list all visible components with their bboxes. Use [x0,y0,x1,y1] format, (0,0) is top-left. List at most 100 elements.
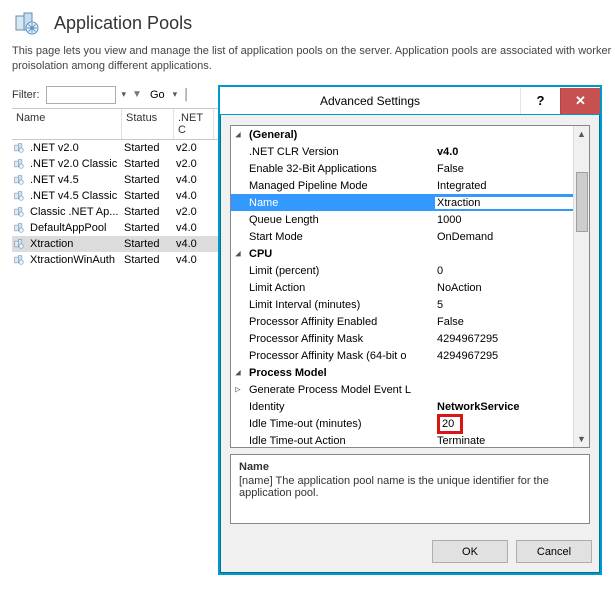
app-pool-icon [12,141,26,155]
property-row[interactable]: Start ModeOnDemand [231,228,573,245]
collapse-icon[interactable]: ◢ [231,249,245,259]
cancel-button[interactable]: Cancel [516,540,592,563]
property-label: Managed Pipeline Mode [245,180,435,192]
property-category[interactable]: ◢CPU [231,245,573,262]
property-label: Limit (percent) [245,265,435,277]
expander-icon[interactable]: ▷ [231,385,245,395]
property-description-title: Name [239,461,581,473]
property-row[interactable]: Enable 32-Bit ApplicationsFalse [231,160,573,177]
list-header[interactable]: Name Status .NET C [12,108,232,140]
filter-label: Filter: [12,89,40,101]
go-button[interactable]: Go [148,89,167,101]
property-label: Processor Affinity Enabled [245,316,435,328]
property-row[interactable]: Processor Affinity EnabledFalse [231,313,573,330]
property-value[interactable]: False [435,316,573,328]
property-value[interactable]: NoAction [435,282,573,294]
property-value[interactable]: Terminate [435,435,573,447]
app-pool-list[interactable]: Name Status .NET C .NET v2.0Startedv2.0.… [12,108,232,268]
property-label: .NET CLR Version [245,146,435,158]
list-item[interactable]: .NET v2.0Startedv2.0 [12,140,232,156]
property-row[interactable]: NameXtraction [231,194,573,211]
property-label: Generate Process Model Event L [245,384,435,396]
list-item[interactable]: Classic .NET Ap...Startedv2.0 [12,204,232,220]
highlight-box: 20 [437,414,463,434]
property-label: Idle Time-out (minutes) [245,418,435,430]
property-value[interactable]: OnDemand [435,231,573,243]
property-value[interactable]: 4294967295 [435,333,573,345]
scroll-thumb[interactable] [576,172,588,232]
pool-name: .NET v2.0 [28,141,122,155]
app-pool-icon [12,237,26,251]
property-label: Enable 32-Bit Applications [245,163,435,175]
property-row[interactable]: Queue Length1000 [231,211,573,228]
filter-input[interactable] [46,86,116,104]
property-row[interactable]: Limit Interval (minutes)5 [231,296,573,313]
pool-clr: v4.0 [174,189,214,203]
property-category[interactable]: ◢Process Model [231,364,573,381]
filter-dropdown-icon[interactable]: ▾ [122,89,127,100]
app-pools-icon [12,8,42,38]
col-status[interactable]: Status [122,109,174,139]
category-label: CPU [245,248,435,260]
ok-button[interactable]: OK [432,540,508,563]
property-grid-scrollbar[interactable]: ▲ ▼ [573,126,589,447]
col-clr[interactable]: .NET C [174,109,214,139]
scroll-down-icon[interactable]: ▼ [574,431,589,447]
property-grid[interactable]: ◢(General).NET CLR Versionv4.0Enable 32-… [230,125,590,448]
property-row[interactable]: .NET CLR Versionv4.0 [231,143,573,160]
property-row[interactable]: Processor Affinity Mask (64-bit o4294967… [231,347,573,364]
pool-name: Xtraction [28,237,122,251]
property-value[interactable]: 20 [435,414,573,434]
list-item[interactable]: .NET v4.5 ClassicStartedv4.0 [12,188,232,204]
property-row[interactable]: Managed Pipeline ModeIntegrated [231,177,573,194]
property-row[interactable]: IdentityNetworkService [231,398,573,415]
close-button[interactable]: ✕ [560,88,600,114]
property-label: Limit Action [245,282,435,294]
property-value[interactable]: 1000 [435,214,573,226]
app-pool-icon [12,157,26,171]
list-item[interactable]: DefaultAppPoolStartedv4.0 [12,220,232,236]
property-row[interactable]: ▷Generate Process Model Event L [231,381,573,398]
collapse-icon[interactable]: ◢ [231,130,245,140]
property-value[interactable]: v4.0 [435,146,573,158]
col-name[interactable]: Name [12,109,122,139]
list-item[interactable]: XtractionWinAuthStartedv4.0 [12,252,232,268]
property-label: Name [245,197,435,209]
property-row[interactable]: Processor Affinity Mask4294967295 [231,330,573,347]
property-category[interactable]: ◢(General) [231,126,573,143]
property-value[interactable]: NetworkService [435,401,573,413]
category-label: (General) [245,129,435,141]
pool-name: XtractionWinAuth [28,253,122,267]
go-dropdown-icon[interactable]: ▾ [173,89,178,100]
property-value[interactable]: 5 [435,299,573,311]
pool-clr: v4.0 [174,237,214,251]
list-item[interactable]: XtractionStartedv4.0 [12,236,232,252]
property-value[interactable]: 0 [435,265,573,277]
scroll-up-icon[interactable]: ▲ [574,126,589,142]
collapse-icon[interactable]: ◢ [231,368,245,378]
pool-status: Started [122,205,174,219]
app-pool-icon [12,189,26,203]
dialog-titlebar[interactable]: Advanced Settings ? ✕ [220,87,600,115]
pool-status: Started [122,189,174,203]
pool-status: Started [122,173,174,187]
property-row[interactable]: Idle Time-out (minutes)20 [231,415,573,432]
pool-clr: v2.0 [174,205,214,219]
property-label: Processor Affinity Mask [245,333,435,345]
list-item[interactable]: .NET v2.0 ClassicStartedv2.0 [12,156,232,172]
property-row[interactable]: Idle Time-out ActionTerminate [231,432,573,447]
advanced-settings-dialog: Advanced Settings ? ✕ ◢(General).NET CLR… [218,85,602,575]
list-item[interactable]: .NET v4.5Startedv4.0 [12,172,232,188]
property-row[interactable]: Limit ActionNoAction [231,279,573,296]
property-value[interactable]: Xtraction [435,197,573,209]
funnel-icon[interactable]: ▼ [132,89,142,100]
help-button[interactable]: ? [520,88,560,114]
page-description: This page lets you view and manage the l… [12,44,612,74]
property-row[interactable]: Limit (percent)0 [231,262,573,279]
property-value[interactable]: 4294967295 [435,350,573,362]
pool-clr: v2.0 [174,157,214,171]
property-value[interactable]: Integrated [435,180,573,192]
pool-name: .NET v4.5 Classic [28,189,122,203]
property-value[interactable]: False [435,163,573,175]
pool-name: Classic .NET Ap... [28,205,122,219]
